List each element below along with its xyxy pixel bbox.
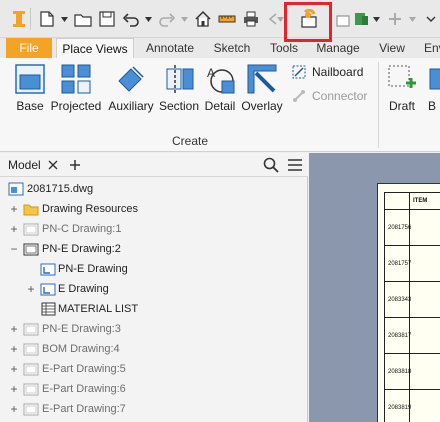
overlay-button[interactable]: Overlay (240, 62, 284, 116)
expand-icon[interactable]: + (9, 342, 19, 356)
tab-place-views[interactable]: Place Views (56, 38, 134, 58)
tab-view[interactable]: View (370, 38, 414, 58)
connector-icon (290, 87, 308, 105)
table-icon (40, 302, 56, 316)
undo-dropdown-icon[interactable] (144, 14, 152, 24)
browser-tab-model[interactable]: Model (8, 158, 41, 172)
tree-item-sheet[interactable]: + PN-C Drawing:1 (0, 219, 308, 239)
nailboard-button[interactable]: Nailboard (290, 62, 363, 82)
overlay-view-icon (245, 62, 279, 96)
tree-item-sheet[interactable]: + BOM Drawing:4 (0, 339, 308, 359)
tree-item-sheet[interactable]: + E-Part Drawing:6 (0, 379, 308, 399)
inventor-logo-icon[interactable] (8, 8, 30, 30)
expand-icon[interactable]: + (26, 282, 36, 296)
measure-icon[interactable] (216, 8, 238, 30)
tree-item-sheet-active[interactable]: − PN-E Drawing:2 (0, 239, 308, 259)
projected-button[interactable]: Projected (50, 62, 102, 116)
tree-item-sheet[interactable]: + E-Part Drawing:7 (0, 399, 308, 419)
open-icon[interactable] (72, 8, 94, 30)
folder-icon (23, 202, 39, 216)
expand-icon[interactable]: + (9, 222, 19, 236)
projected-view-icon (59, 62, 93, 96)
tab-sketch[interactable]: Sketch (206, 38, 258, 58)
create-group-label: Create (171, 134, 209, 148)
more-icon[interactable] (420, 8, 440, 30)
auxiliary-view-icon (114, 62, 148, 96)
quick-access-toolbar (0, 0, 440, 38)
sheet-icon (23, 222, 39, 236)
detail-view-icon: A (203, 62, 237, 96)
tree-item-view[interactable]: PN-E Drawing (0, 259, 308, 279)
expand-icon[interactable]: + (9, 322, 19, 336)
section-button[interactable]: Section (156, 62, 202, 116)
plus-icon (384, 8, 406, 30)
table-row: 2083817 (385, 317, 440, 353)
table-row: 2083343 (385, 281, 440, 317)
sheet-icon (23, 382, 39, 396)
tree-item-drawing-resources[interactable]: + Drawing Resources (0, 199, 308, 219)
table-row: 2083818 (385, 353, 440, 389)
appearance-icon[interactable] (350, 8, 372, 30)
detail-button[interactable]: A Detail (202, 62, 238, 116)
appearance-dropdown-icon[interactable] (372, 14, 380, 24)
home-icon[interactable] (192, 8, 214, 30)
parts-list-table: ITEM 2081756 2081757 2083343 2083817 208… (384, 192, 440, 422)
expand-icon[interactable]: + (9, 362, 19, 376)
next-button[interactable]: B (424, 62, 440, 116)
view-icon (40, 282, 56, 296)
browser-header: Model (0, 153, 308, 177)
drawing-canvas[interactable]: ITEM 2081756 2081757 2083343 2083817 208… (309, 153, 440, 422)
table-row: 2081756 (385, 209, 440, 245)
expand-icon[interactable]: + (9, 402, 19, 416)
drawing-file-icon (8, 182, 24, 196)
expand-icon[interactable]: + (9, 382, 19, 396)
save-icon[interactable] (96, 8, 118, 30)
tab-file[interactable]: File (6, 38, 52, 58)
add-tab-icon[interactable] (66, 156, 84, 174)
next-icon (424, 62, 440, 96)
sheet-icon (23, 322, 39, 336)
ribbon-panel: Base Projected Auxiliary Section A Detai… (0, 58, 440, 152)
close-icon[interactable] (44, 156, 62, 174)
tree-root-file[interactable]: 2081715.dwg (0, 179, 308, 199)
view-icon (40, 262, 56, 276)
base-button[interactable]: Base (10, 62, 50, 116)
plus-dropdown-icon (408, 14, 416, 24)
table-row: 2081757 (385, 245, 440, 281)
sheet-icon (23, 342, 39, 356)
auxiliary-button[interactable]: Auxiliary (106, 62, 156, 116)
menu-icon[interactable] (286, 156, 304, 174)
expand-icon[interactable]: + (9, 202, 19, 216)
redo-icon (156, 8, 178, 30)
base-view-icon (13, 62, 47, 96)
connector-button: Connector (290, 86, 367, 106)
table-row: 2083819 (385, 389, 440, 422)
print-icon[interactable] (240, 8, 262, 30)
highlight-box (284, 2, 332, 42)
tab-environments[interactable]: Env (418, 38, 440, 58)
sheet-icon (23, 242, 39, 256)
arrow-dropdown-icon (276, 14, 284, 24)
section-view-icon (162, 62, 196, 96)
undo-icon[interactable] (120, 8, 142, 30)
tree-item-material-list[interactable]: MATERIAL LIST (0, 299, 308, 319)
search-icon[interactable] (262, 156, 280, 174)
new-icon[interactable] (36, 8, 58, 30)
tree-item-sheet[interactable]: + PN-E Drawing:3 (0, 319, 308, 339)
draft-view-icon (385, 62, 419, 96)
redo-dropdown-icon (180, 14, 188, 24)
sheet-icon (23, 402, 39, 416)
sheet-icon (23, 362, 39, 376)
tree-item-view[interactable]: + E Drawing (0, 279, 308, 299)
drawing-sheet: ITEM 2081756 2081757 2083343 2083817 208… (377, 183, 440, 422)
nailboard-icon (290, 63, 308, 81)
table-header: ITEM (413, 198, 428, 204)
new-dropdown-icon[interactable] (60, 14, 68, 24)
model-browser: Model 2081715.dwg + Drawing Resources + … (0, 153, 308, 422)
collapse-icon[interactable]: − (9, 242, 19, 256)
tree-item-sheet[interactable]: + E-Part Drawing:5 (0, 359, 308, 379)
draft-button[interactable]: Draft (384, 62, 420, 116)
tab-annotate[interactable]: Annotate (138, 38, 202, 58)
ribbon-tabs: File Place Views Annotate Sketch Tools M… (0, 38, 440, 58)
